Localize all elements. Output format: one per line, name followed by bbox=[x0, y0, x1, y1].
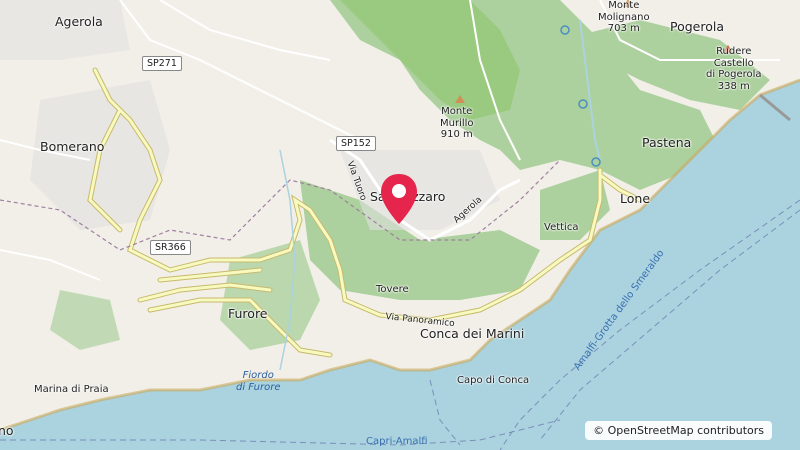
place-label-bomerano: Bomerano bbox=[40, 139, 105, 154]
place-label-agerola: Agerola bbox=[55, 14, 103, 29]
place-label-tovere: Tovere bbox=[376, 284, 409, 295]
map-attribution[interactable]: © OpenStreetMap contributors bbox=[585, 421, 772, 440]
pin-marker-icon[interactable] bbox=[379, 172, 419, 227]
road-shield-sp271: SP271 bbox=[142, 56, 182, 71]
peak-icon bbox=[455, 95, 465, 103]
place-label-pastena: Pastena bbox=[642, 135, 692, 150]
water-label-fiordo: Fiordo di Furore bbox=[236, 370, 281, 393]
ferry-label-capri-amalfi: Capri-Amalfi bbox=[366, 436, 428, 447]
map-view[interactable]: Agerola Bomerano Furore Tovere Conca dei… bbox=[0, 0, 800, 450]
place-label-marina-praia: Marina di Praia bbox=[34, 384, 109, 395]
road-shield-sr366: SR366 bbox=[150, 240, 191, 255]
place-label-lone: Lone bbox=[620, 191, 651, 206]
place-label-furore: Furore bbox=[228, 306, 268, 321]
peak-label-molignano: Monte Molignano 703 m bbox=[598, 0, 650, 34]
place-label-conca: Conca dei Marini bbox=[420, 326, 525, 341]
place-label-vettica: Vettica bbox=[544, 222, 579, 233]
peak-label-murillo: Monte Murillo 910 m bbox=[440, 106, 474, 140]
place-label-pogerola: Pogerola bbox=[670, 19, 725, 34]
peak-label-castello: Rudere Castello di Pogerola 338 m bbox=[706, 46, 762, 92]
road-shield-sp152: SP152 bbox=[336, 136, 376, 151]
place-label-edge: no bbox=[0, 423, 14, 438]
place-label-capo-conca: Capo di Conca bbox=[457, 375, 530, 386]
